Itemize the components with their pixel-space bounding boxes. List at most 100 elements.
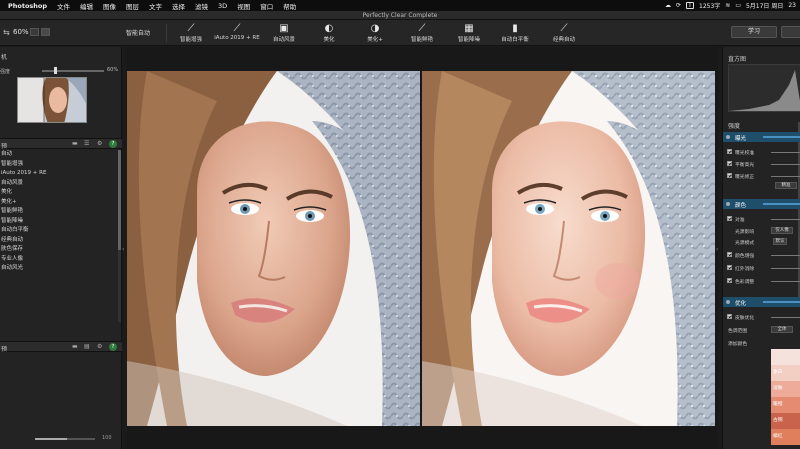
preview-thumbnail[interactable] bbox=[17, 77, 87, 123]
folder-icon[interactable]: ▬ bbox=[72, 141, 79, 147]
row-slider[interactable] bbox=[771, 219, 800, 220]
menu-filter[interactable]: 滤镜 bbox=[195, 1, 208, 11]
collapse-right-icon[interactable]: › bbox=[716, 246, 718, 253]
list-item[interactable]: 经典自动 bbox=[0, 236, 118, 246]
export-button[interactable] bbox=[781, 26, 800, 38]
color-swatch[interactable]: 淡肤 bbox=[771, 381, 800, 397]
help-icon[interactable]: ? bbox=[109, 140, 117, 148]
section-toggle-icon[interactable] bbox=[726, 135, 730, 139]
checkbox[interactable] bbox=[727, 278, 732, 283]
list-item[interactable]: 智能降噪 bbox=[0, 217, 118, 227]
checkbox[interactable] bbox=[727, 173, 732, 178]
cloud-icon[interactable]: ☁ bbox=[665, 2, 671, 9]
list-item[interactable]: 专业人像 bbox=[0, 255, 118, 265]
tone-range-select[interactable]: 全体 bbox=[771, 326, 793, 333]
help-icon[interactable]: ? bbox=[109, 343, 117, 351]
list-item[interactable]: 自动白平衡 bbox=[0, 226, 118, 236]
menu-help[interactable]: 帮助 bbox=[283, 1, 296, 11]
list-item[interactable]: 美化+ bbox=[0, 198, 118, 208]
list-icon[interactable]: ▤ bbox=[84, 344, 91, 350]
checkbox[interactable] bbox=[727, 265, 732, 270]
menu-3d[interactable]: 3D bbox=[218, 2, 227, 10]
scrollbar-thumb[interactable] bbox=[118, 150, 121, 250]
row-label: 颜色增强 bbox=[735, 254, 755, 259]
checkbox[interactable] bbox=[727, 161, 732, 166]
list-icon[interactable]: ☰ bbox=[84, 141, 91, 147]
wifi-icon[interactable]: ≋ bbox=[725, 2, 730, 9]
color-swatch[interactable]: 暖橙 bbox=[771, 397, 800, 413]
exposure-mode-select[interactable]: 精准 bbox=[775, 182, 797, 189]
color-row: 对准 bbox=[723, 214, 800, 224]
list-item[interactable]: iAuto 2019 + RE bbox=[0, 169, 118, 179]
color-swatch[interactable] bbox=[771, 349, 800, 365]
preset-list-scrollbar[interactable] bbox=[118, 150, 121, 322]
menu-edit[interactable]: 编辑 bbox=[80, 1, 93, 11]
section-toggle-icon[interactable] bbox=[726, 300, 730, 304]
list-item[interactable]: 自动风光 bbox=[0, 264, 118, 274]
strength-slider[interactable] bbox=[42, 70, 104, 72]
image-canvas[interactable] bbox=[127, 47, 718, 449]
checkbox[interactable] bbox=[727, 149, 732, 154]
tray-app-icon[interactable]: T bbox=[686, 2, 694, 9]
row-slider[interactable] bbox=[771, 164, 800, 165]
list-item[interactable]: 智能增强 bbox=[0, 160, 118, 170]
exposure-mode-row: 精准 bbox=[723, 181, 800, 191]
light-source-select[interactable]: 仅人像 bbox=[771, 227, 793, 234]
clock-time[interactable]: 23 bbox=[788, 2, 796, 9]
color-swatch[interactable]: 象白 bbox=[771, 365, 800, 381]
list-item[interactable]: 智能鲜艳 bbox=[0, 207, 118, 217]
menu-image[interactable]: 图像 bbox=[103, 1, 116, 11]
menu-view[interactable]: 视图 bbox=[237, 1, 250, 11]
row-slider[interactable] bbox=[771, 152, 800, 153]
view-single-button[interactable] bbox=[30, 28, 39, 36]
section-strength-bar[interactable] bbox=[763, 136, 800, 138]
section-beautify[interactable]: 优化 bbox=[723, 297, 800, 307]
gear-icon[interactable]: ⚙ bbox=[97, 344, 104, 350]
battery-icon[interactable]: ▭ bbox=[735, 2, 741, 9]
before-image[interactable] bbox=[127, 71, 420, 426]
row-slider[interactable] bbox=[771, 268, 800, 269]
list-item[interactable]: 肤色保存 bbox=[0, 245, 118, 255]
zoom-icon[interactable]: ⇆ bbox=[3, 28, 10, 37]
menu-type[interactable]: 文字 bbox=[149, 1, 162, 11]
menu-window[interactable]: 窗口 bbox=[260, 1, 273, 11]
learn-button[interactable]: 学习 bbox=[731, 26, 777, 38]
strength-slider-thumb[interactable] bbox=[53, 67, 57, 74]
checkbox[interactable] bbox=[727, 216, 732, 221]
skin-color-swatches: 象白 淡肤 暖橙 古铜 橘红 bbox=[771, 349, 800, 445]
list-item[interactable]: 自动风景 bbox=[0, 179, 118, 189]
sync-icon[interactable]: ⟳ bbox=[676, 2, 681, 9]
color-swatch[interactable]: 橘红 bbox=[771, 429, 800, 445]
row-slider[interactable] bbox=[771, 255, 800, 256]
row-slider[interactable] bbox=[771, 176, 800, 177]
thumbnail-size-slider[interactable] bbox=[35, 438, 95, 440]
menu-file[interactable]: 文件 bbox=[57, 1, 70, 11]
gear-icon[interactable]: ⚙ bbox=[97, 141, 104, 147]
section-strength-bar[interactable] bbox=[763, 301, 800, 303]
section-color[interactable]: 颜色 bbox=[723, 199, 800, 209]
section-exposure[interactable]: 曝光 bbox=[723, 132, 800, 142]
light-mode-select[interactable]: 默认 bbox=[773, 238, 787, 245]
list-item[interactable]: 美化 bbox=[0, 188, 118, 198]
clock-date[interactable]: 5月17日 周日 bbox=[746, 1, 783, 10]
checkbox[interactable] bbox=[727, 314, 732, 319]
tool-classic-auto[interactable]: ⟋ 经典自动 bbox=[535, 22, 593, 44]
after-image[interactable] bbox=[422, 71, 715, 426]
menu-select[interactable]: 选择 bbox=[172, 1, 185, 11]
row-slider[interactable] bbox=[771, 281, 800, 282]
list-item[interactable]: 自动 bbox=[0, 150, 118, 160]
checkbox[interactable] bbox=[727, 252, 732, 257]
section-toggle-icon[interactable] bbox=[726, 202, 730, 206]
section-strength-bar[interactable] bbox=[763, 203, 800, 205]
color-swatch[interactable]: 古铜 bbox=[771, 413, 800, 429]
zoom-level[interactable]: 60% bbox=[13, 28, 29, 36]
collapse-left-icon[interactable]: ‹ bbox=[122, 246, 124, 253]
menu-layer[interactable]: 图层 bbox=[126, 1, 139, 11]
row-slider[interactable] bbox=[771, 317, 800, 318]
menu-app-name[interactable]: Photoshop bbox=[8, 2, 47, 10]
view-split-button[interactable] bbox=[41, 28, 50, 36]
section-label: 颜色 bbox=[735, 203, 747, 209]
thumbnail-image bbox=[18, 78, 86, 122]
folder-icon[interactable]: ▬ bbox=[72, 344, 79, 350]
preset-dropdown[interactable]: 智能自动 bbox=[126, 28, 150, 37]
